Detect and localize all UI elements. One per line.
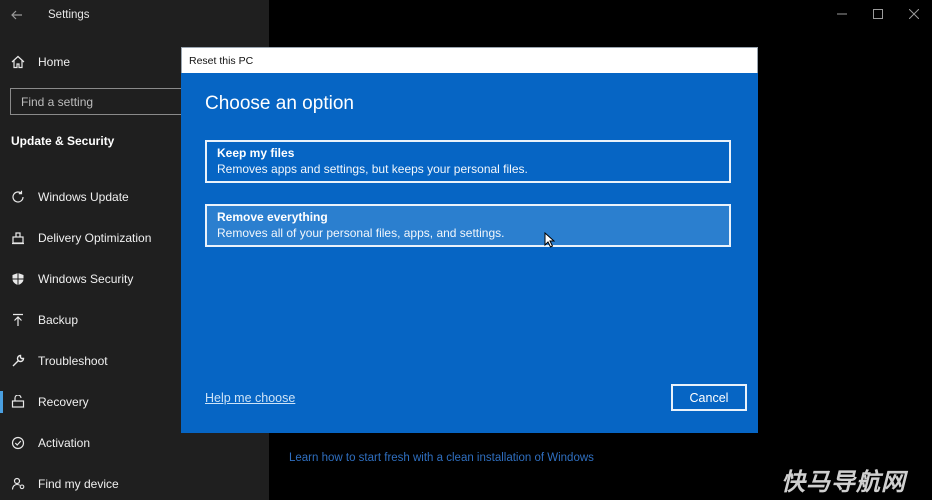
recovery-icon: [10, 394, 26, 410]
remove-everything-option[interactable]: Remove everything Removes all of your pe…: [205, 204, 731, 247]
sidebar-item-label: Windows Update: [38, 189, 129, 204]
watermark-text: 快马导航网: [781, 469, 906, 496]
home-label: Home: [38, 55, 71, 69]
sidebar-item-label: Recovery: [38, 394, 89, 409]
option-title: Remove everything: [217, 210, 328, 224]
sidebar-item-find-my-device[interactable]: Find my device: [0, 463, 269, 500]
sidebar-item-label: Find my device: [38, 476, 119, 491]
title-bar: Settings: [0, 0, 269, 30]
shield-icon: [10, 271, 26, 287]
sidebar-item-label: Activation: [38, 435, 91, 450]
back-arrow-icon: [11, 10, 22, 20]
sidebar-item-label: Windows Security: [38, 271, 134, 286]
back-button[interactable]: [0, 0, 34, 30]
option-description: Removes all of your personal files, apps…: [217, 226, 505, 240]
sidebar-item-label: Backup: [38, 312, 79, 327]
wrench-icon: [10, 353, 26, 369]
section-title: Update & Security: [11, 134, 115, 148]
dialog-title: Reset this PC: [181, 47, 758, 73]
help-me-choose-link[interactable]: Help me choose: [205, 391, 295, 405]
delivery-icon: [10, 230, 26, 246]
minimize-icon: [837, 13, 847, 15]
window-controls: [824, 0, 932, 28]
option-description: Removes apps and settings, but keeps you…: [217, 162, 528, 176]
app-title: Settings: [48, 9, 90, 21]
maximize-button[interactable]: [860, 0, 896, 28]
mouse-pointer-icon: [544, 232, 555, 248]
maximize-icon: [873, 9, 883, 19]
home-icon: [10, 54, 26, 70]
keep-my-files-option[interactable]: Keep my files Removes apps and settings,…: [205, 140, 731, 183]
cancel-button[interactable]: Cancel: [671, 384, 747, 411]
reset-pc-dialog: Reset this PC Choose an option Keep my f…: [181, 47, 758, 433]
upload-icon: [10, 312, 26, 328]
sidebar-item-label: Troubleshoot: [38, 353, 108, 368]
minimize-button[interactable]: [824, 0, 860, 28]
option-title: Keep my files: [217, 146, 295, 160]
close-button[interactable]: [896, 0, 932, 28]
sidebar-item-label: Delivery Optimization: [38, 230, 152, 245]
person-location-icon: [10, 476, 26, 492]
learn-fresh-start-link[interactable]: Learn how to start fresh with a clean in…: [289, 452, 594, 464]
close-icon: [909, 9, 919, 19]
check-circle-icon: [10, 435, 26, 451]
dialog-heading: Choose an option: [205, 93, 354, 114]
refresh-icon: [10, 189, 26, 205]
